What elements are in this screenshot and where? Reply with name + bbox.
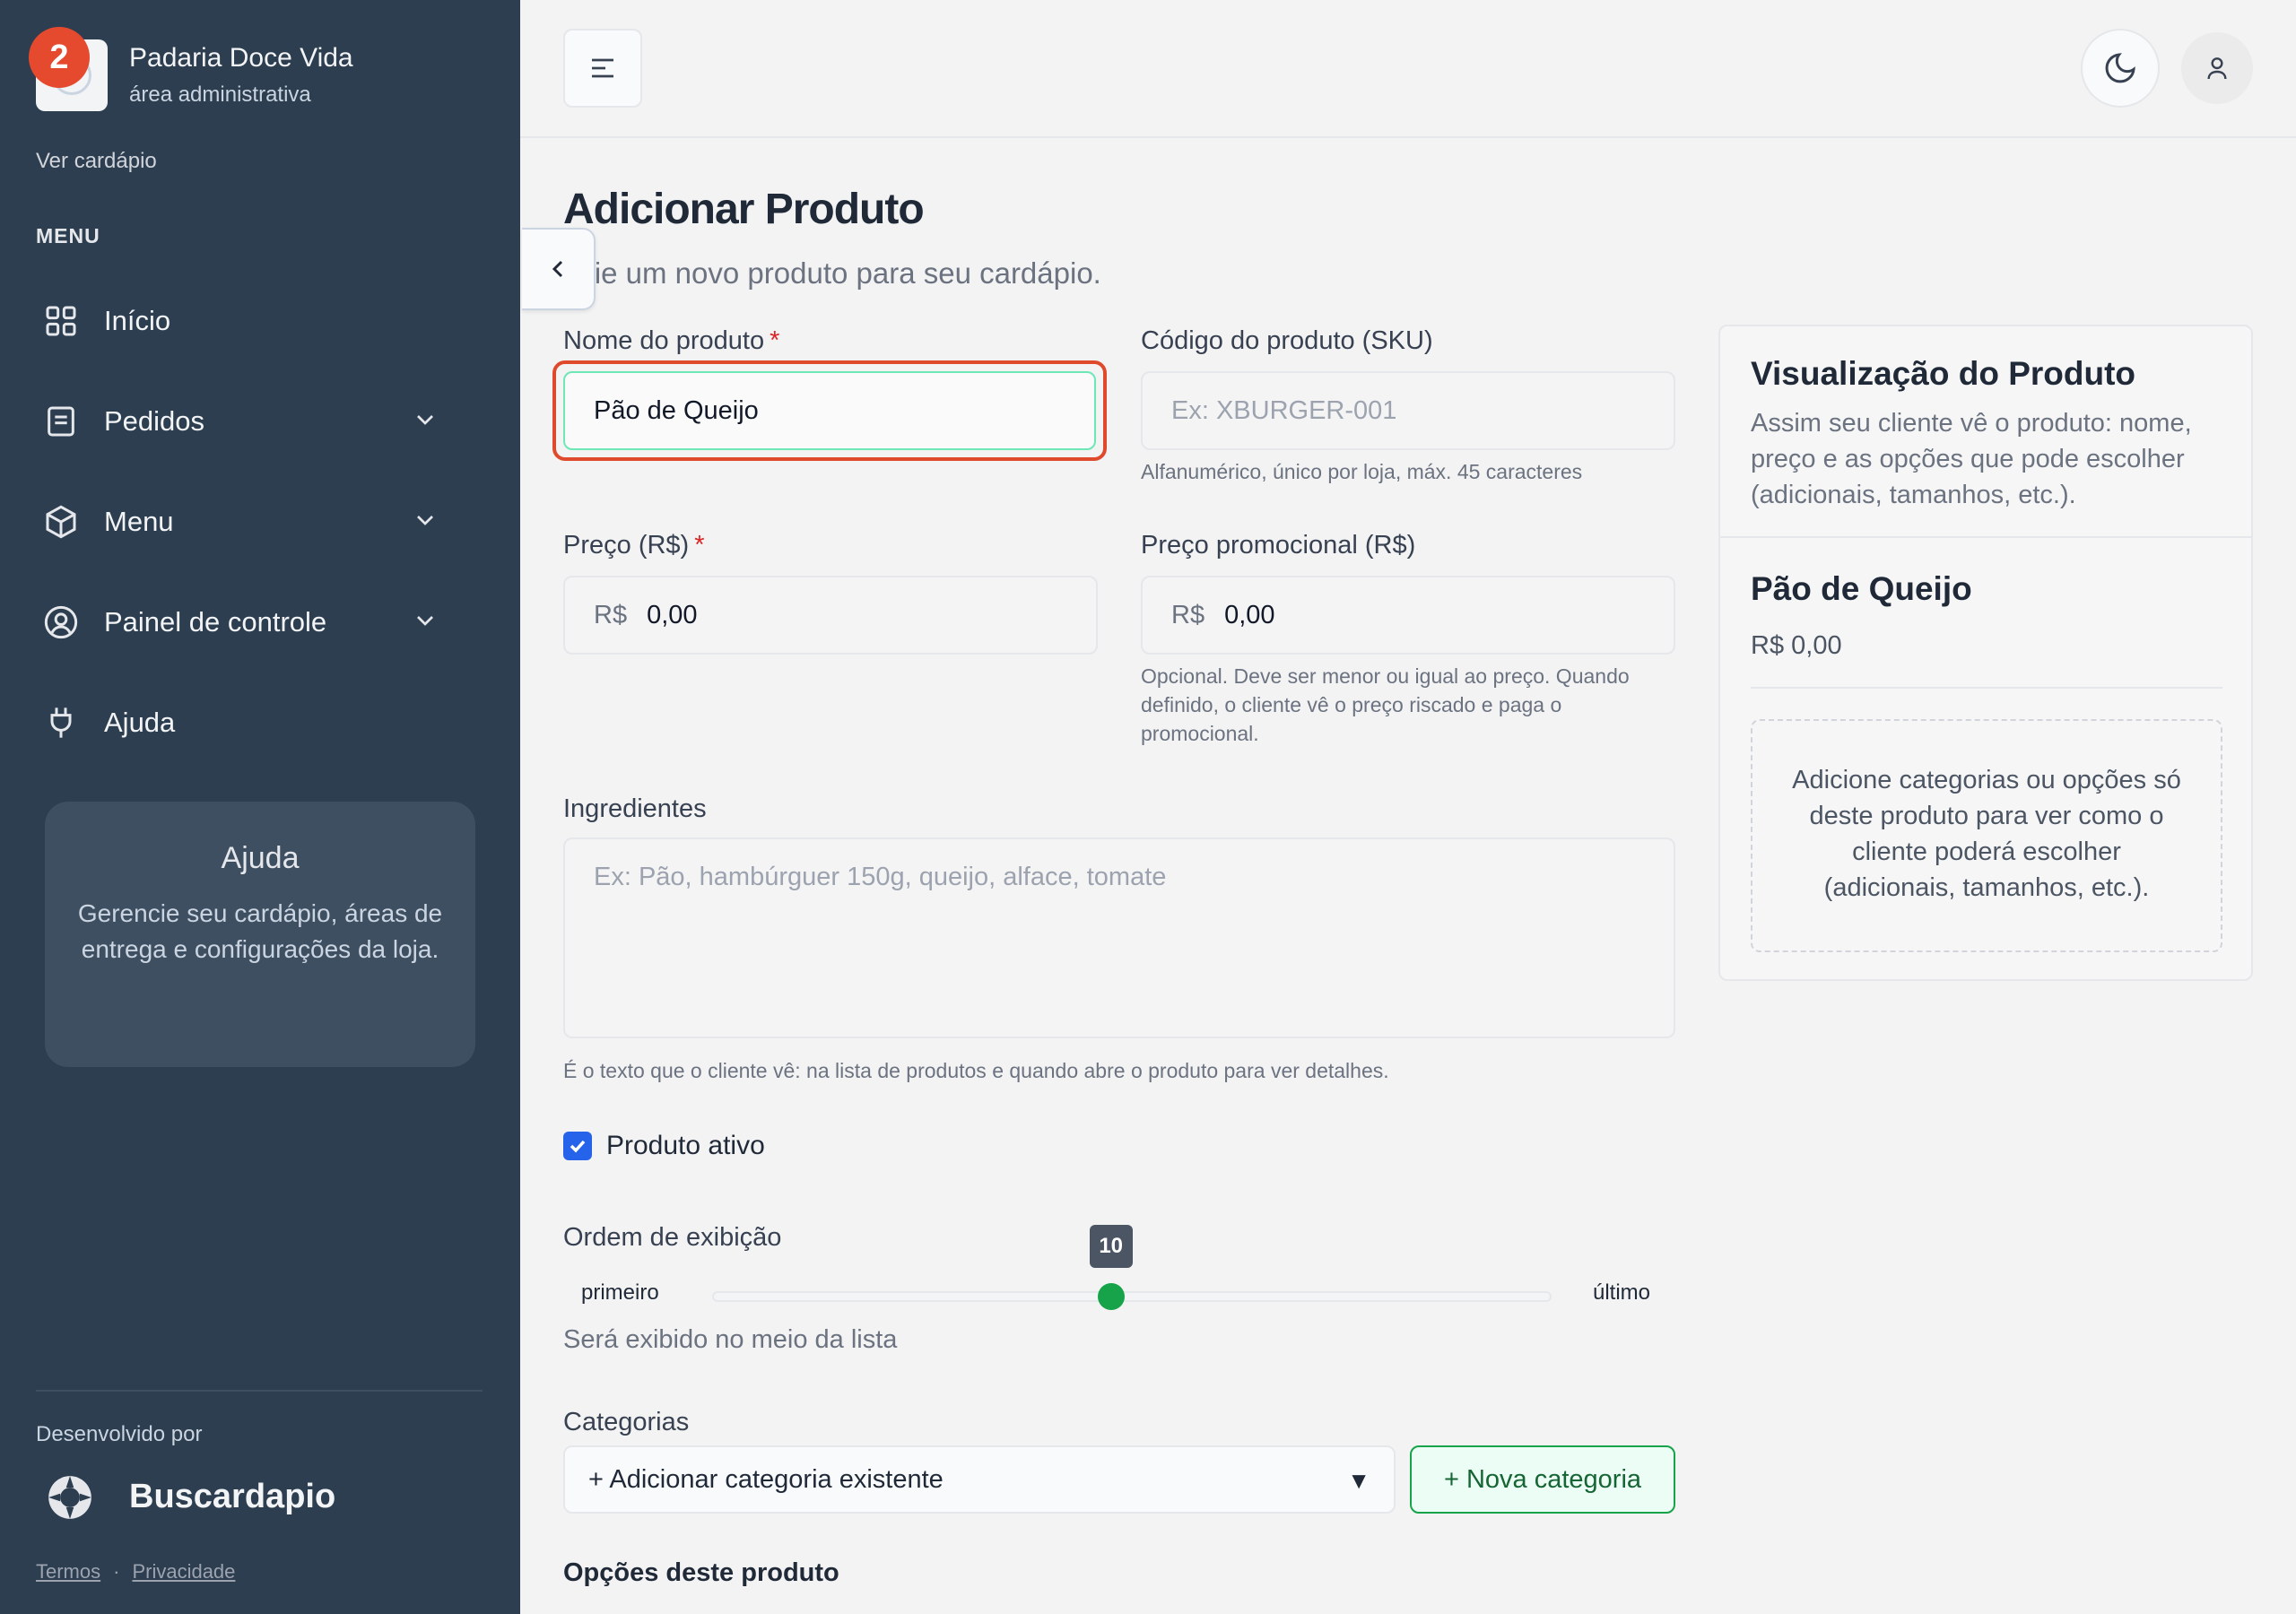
categories-label: Categorias	[563, 1408, 690, 1436]
chevron-down-icon[interactable]	[411, 506, 439, 539]
buscardapio-brand[interactable]: Buscardapio	[129, 1478, 335, 1516]
notification-badge[interactable]: 2	[29, 27, 90, 88]
view-menu-link[interactable]: Ver cardápio	[36, 149, 157, 174]
price-label: Preço (R$) *	[563, 531, 705, 560]
sidebar-item-label: Ajuda	[104, 707, 176, 738]
active-checkbox-label[interactable]: Produto ativo	[606, 1131, 765, 1161]
category-select-value: + Adicionar categoria existente	[588, 1464, 944, 1494]
user-icon	[2207, 57, 2227, 80]
footer-separator: ·	[113, 1560, 120, 1583]
sidebar-nav: Início Pedidos Menu Painel de controle A…	[36, 271, 466, 773]
sidebar: Padaria Doce Vida área administrativa 2 …	[0, 0, 520, 1614]
product-preview-card: Visualização do Produto Assim seu client…	[1718, 325, 2253, 981]
sidebar-item-inicio[interactable]: Início	[36, 271, 466, 371]
category-select[interactable]: + Adicionar categoria existente ▼	[563, 1445, 1396, 1514]
sidebar-item-painel[interactable]: Painel de controle	[36, 572, 466, 672]
store-name: Padaria Doce Vida	[129, 43, 353, 73]
slider-thumb[interactable]	[1097, 1283, 1125, 1310]
currency-prefix: R$	[1171, 600, 1205, 629]
active-checkbox[interactable]	[563, 1132, 592, 1160]
display-order-slider[interactable]: 10	[712, 1225, 1552, 1310]
menu-lines-icon	[592, 58, 613, 78]
dropdown-arrow-icon: ▼	[1347, 1467, 1370, 1494]
moon-icon	[2105, 53, 2135, 83]
required-marker: *	[694, 531, 705, 560]
product-name-input[interactable]: Pão de Queijo	[563, 371, 1096, 450]
terms-link[interactable]: Termos	[36, 1560, 100, 1583]
menu-heading: MENU	[36, 224, 100, 247]
price-input[interactable]: R$ 0,00	[563, 576, 1098, 655]
sidebar-item-menu[interactable]: Menu	[36, 472, 466, 572]
preview-title: Visualização do Produto	[1751, 355, 2136, 392]
collapse-sidebar-button[interactable]	[522, 228, 596, 310]
user-circle-icon	[36, 597, 86, 647]
developed-by-label: Desenvolvido por	[36, 1422, 203, 1446]
ingredients-textarea[interactable]: Ex: Pão, hambúrguer 150g, queijo, alface…	[563, 837, 1675, 1038]
footer-links: Termos · Privacidade	[36, 1560, 235, 1584]
sidebar-item-label: Início	[104, 305, 171, 336]
sidebar-divider	[36, 1390, 483, 1392]
promo-price-value: 0,00	[1224, 600, 1275, 629]
sidebar-item-pedidos[interactable]: Pedidos	[36, 371, 466, 472]
price-value: 0,00	[647, 600, 698, 629]
sidebar-item-label: Painel de controle	[104, 606, 327, 638]
chevron-down-icon[interactable]	[411, 606, 439, 639]
chevron-down-icon[interactable]	[411, 405, 439, 438]
promo-price-label: Preço promocional (R$)	[1141, 531, 1416, 560]
checkmark-icon	[570, 1140, 586, 1153]
chevron-left-icon	[552, 260, 563, 278]
product-name-label: Nome do produto *	[563, 326, 780, 355]
preview-product-price: R$ 0,00	[1751, 631, 1842, 660]
display-order-label: Ordem de exibição	[563, 1223, 782, 1252]
product-options-title: Opções deste produto	[563, 1558, 839, 1587]
display-order-description: Será exibido no meio da lista	[563, 1325, 898, 1354]
required-marker: *	[770, 326, 780, 355]
sidebar-item-label: Menu	[104, 506, 174, 537]
grid-icon	[36, 296, 86, 346]
page-subtitle: Crie um novo produto para seu cardápio.	[563, 256, 1101, 290]
sku-label: Código do produto (SKU)	[1141, 326, 1433, 355]
sidebar-item-label: Pedidos	[104, 405, 205, 437]
theme-toggle-button[interactable]	[2081, 29, 2160, 108]
buscardapio-logo-icon	[48, 1476, 91, 1519]
user-menu-button[interactable]	[2181, 32, 2253, 104]
preview-divider	[1720, 536, 2251, 538]
privacy-link[interactable]: Privacidade	[132, 1560, 235, 1583]
page-title: Adicionar Produto	[563, 186, 925, 233]
plug-icon	[36, 698, 86, 748]
preview-empty-state: Adicione categorias ou opções só deste p…	[1751, 719, 2222, 952]
sku-hint: Alfanumérico, único por loja, máx. 45 ca…	[1141, 460, 1583, 483]
help-card-title: Ajuda	[221, 841, 300, 875]
promo-price-input[interactable]: R$ 0,00	[1141, 576, 1675, 655]
store-subtitle: área administrativa	[129, 82, 311, 107]
preview-separator	[1751, 687, 2222, 689]
help-card-text: Gerencie seu cardápio, áreas de entrega …	[77, 899, 443, 963]
ingredients-hint: É o texto que o cliente vê: na lista de …	[563, 1059, 1389, 1082]
slider-value-tooltip: 10	[1089, 1225, 1133, 1268]
currency-prefix: R$	[594, 600, 628, 629]
preview-description: Assim seu cliente vê o produto: nome, pr…	[1751, 409, 2192, 509]
document-icon	[36, 396, 86, 447]
ingredients-label: Ingredientes	[563, 794, 707, 823]
box-icon	[36, 497, 86, 547]
slider-max-label: último	[1593, 1280, 1651, 1305]
sidebar-item-ajuda[interactable]: Ajuda	[36, 672, 466, 773]
new-category-button[interactable]: + Nova categoria	[1410, 1445, 1675, 1514]
sku-input[interactable]: Ex: XBURGER-001	[1141, 371, 1675, 450]
help-card: Ajuda Gerencie seu cardápio, áreas de en…	[45, 802, 475, 1067]
slider-min-label: primeiro	[581, 1280, 659, 1305]
promo-price-hint: Opcional. Deve ser menor ou igual ao pre…	[1141, 664, 1630, 745]
top-bar	[520, 0, 2296, 138]
menu-toggle-button[interactable]	[563, 29, 642, 108]
preview-product-name: Pão de Queijo	[1751, 570, 1972, 607]
